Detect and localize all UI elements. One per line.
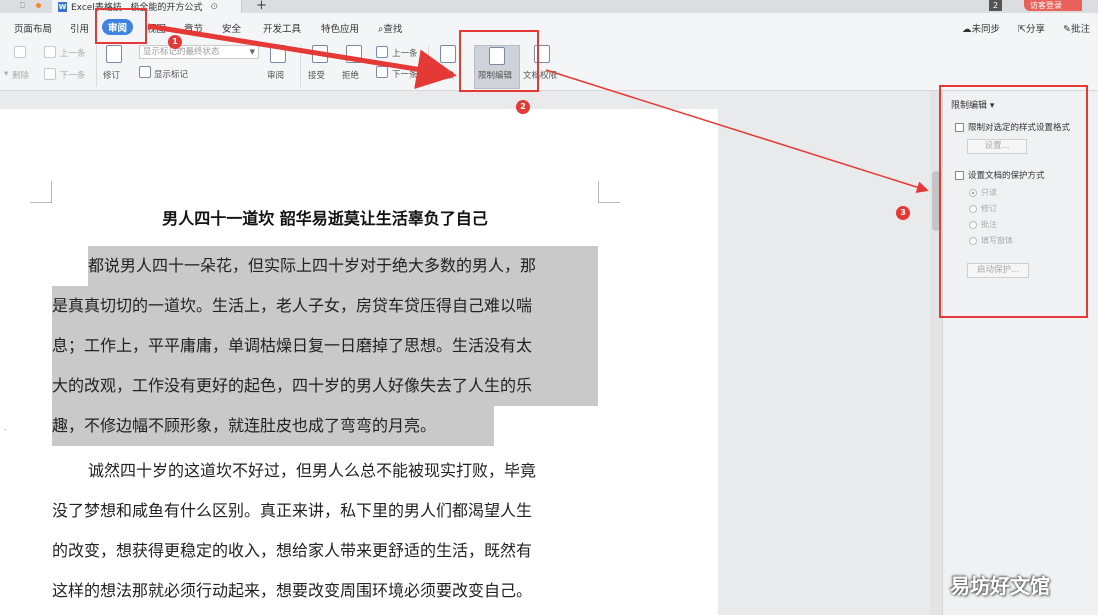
comment-button[interactable]: ✎批注: [1063, 21, 1090, 35]
text-line: 趣，不修边幅不顾形象，就连肚皮也成了弯弯的月亮。: [52, 406, 494, 446]
prev-comment-button[interactable]: 上一条: [60, 47, 86, 59]
menu-special-apps[interactable]: 特色应用: [321, 21, 359, 35]
text-line: 的改变，想获得更稳定的收入，想给家人带来更舒适的生活，既然有: [52, 541, 533, 560]
highlight-restrict-pane: [939, 85, 1088, 318]
new-tab-button[interactable]: +: [256, 0, 267, 13]
sync-status[interactable]: ☁未同步: [962, 21, 1000, 35]
text-line: 是真真切切的一道坎。生活上，老人子女，房贷车贷压得自己难以喘: [52, 286, 598, 326]
show-markup-icon: [139, 66, 151, 78]
next-comment-button[interactable]: 下一条: [60, 69, 86, 81]
document-tab[interactable]: W Excel表格技...极全能的开方公式 ⊙: [52, 0, 242, 13]
prev-change-button[interactable]: 上一条: [392, 47, 418, 59]
unsaved-dot-icon: [36, 3, 41, 8]
cloud-icon: ☁: [962, 24, 972, 35]
comment-icon: ✎: [1063, 24, 1071, 35]
menu-bar: 页面布局 引用 审阅 视图 章节 安全 开发工具 特色应用 ⌕查找 ☁未同步 ⇱…: [0, 13, 1098, 39]
tab-close-icon[interactable]: ⊙: [210, 2, 218, 12]
menu-developer[interactable]: 开发工具: [263, 21, 301, 35]
menu-view[interactable]: 视图: [147, 21, 166, 35]
document-area: 男人四十一道坎 韶华易逝莫让生活辜负了自己 都说男人四十一朵花，但实际上四十岁对…: [0, 91, 930, 615]
page-corner-mark: [598, 181, 620, 203]
writer-doc-icon: W: [58, 1, 67, 12]
menu-find[interactable]: ⌕查找: [378, 21, 402, 35]
revise-button[interactable]: 修订: [103, 69, 120, 81]
accept-icon: [312, 45, 328, 63]
document-page[interactable]: 男人四十一道坎 韶华易逝莫让生活辜负了自己 都说男人四十一朵花，但实际上四十岁对…: [0, 109, 718, 615]
window-icon[interactable]: ⎕: [20, 1, 25, 11]
tab-strip: ⎕ W Excel表格技...极全能的开方公式 ⊙ + 2 访客登录: [0, 0, 1098, 13]
markup-state-select[interactable]: 显示标记的最终状态 ▼: [139, 45, 259, 59]
document-title: 男人四十一道坎 韶华易逝莫让生活辜负了自己: [162, 209, 488, 228]
prev-change-icon: [376, 46, 388, 58]
reject-button[interactable]: 拒绝: [342, 69, 359, 81]
menu-chapter[interactable]: 章节: [184, 21, 203, 35]
share-icon: ⇱: [1018, 24, 1026, 35]
ribbon-separator: [96, 45, 97, 87]
highlight-review-tab: [95, 8, 147, 44]
step-1-marker: 1: [168, 35, 182, 49]
menu-security[interactable]: 安全: [222, 21, 241, 35]
next-change-button[interactable]: 下一条: [392, 68, 418, 80]
review-pane-button[interactable]: 审阅: [267, 69, 284, 81]
accept-button[interactable]: 接受: [308, 69, 325, 81]
menu-page-layout[interactable]: 页面布局: [14, 21, 52, 35]
highlight-restrict-button: [459, 30, 539, 92]
compare-icon: [440, 45, 456, 63]
share-label: 分享: [1025, 24, 1045, 35]
delete-comment-button[interactable]: 删除: [12, 69, 29, 81]
edit-icon: [14, 46, 26, 58]
text-line: 没了梦想和咸鱼有什么区别。真正来讲，私下里的男人们都渴望人生: [52, 501, 533, 520]
page-corner-mark: [30, 181, 52, 203]
share-button[interactable]: ⇱分享: [1018, 21, 1045, 35]
guest-login-button[interactable]: 访客登录: [1024, 0, 1082, 11]
chevron-down-icon: ▼: [249, 48, 255, 56]
show-markup-button[interactable]: 显示标记: [154, 68, 188, 80]
menu-find-label: 查找: [383, 24, 403, 35]
sync-label: 未同步: [971, 24, 1001, 35]
ribbon-separator: [428, 45, 429, 87]
review-ribbon: ▾ 上一条 删除 下一条 修订 显示标记的最终状态 ▼ 显示标记 审阅 接受 拒绝…: [0, 39, 1098, 91]
markup-state-value: 显示标记的最终状态: [143, 47, 220, 57]
edit-dropdown-button[interactable]: ▾: [4, 69, 8, 79]
step-3-marker: 3: [896, 206, 910, 220]
text-line: 大的改观，工作没有更好的起色，四十岁的男人好像失去了人生的乐: [52, 366, 598, 406]
next-comment-icon: [44, 68, 56, 80]
next-change-icon: [376, 66, 388, 78]
text-line: 都说男人四十一朵花，但实际上四十岁对于绝大多数的男人，那: [88, 246, 598, 286]
text-line: 这样的想法那就必须行动起来，想要改变周围环境必须要改变自己。: [52, 581, 533, 600]
step-2-marker: 2: [516, 100, 530, 114]
margin-tick: -: [4, 425, 7, 434]
window-count-badge[interactable]: 2: [989, 0, 1002, 11]
text-line: 诚然四十岁的这道坎不好过，但男人么总不能被现实打败，毕竟: [88, 461, 537, 480]
prev-comment-icon: [44, 46, 56, 58]
compare-button[interactable]: 比较: [437, 69, 454, 81]
ribbon-separator: [300, 45, 301, 87]
revise-icon: [106, 45, 122, 63]
reject-icon: [346, 45, 362, 63]
watermark-text: 易坊好文馆: [950, 574, 1050, 598]
text-line: 息；工作上，平平庸庸，单调枯燥日复一日磨掉了思想。生活没有太: [52, 326, 598, 366]
comment-label: 批注: [1070, 24, 1090, 35]
menu-references[interactable]: 引用: [70, 21, 89, 35]
review-pane-icon: [270, 45, 286, 63]
